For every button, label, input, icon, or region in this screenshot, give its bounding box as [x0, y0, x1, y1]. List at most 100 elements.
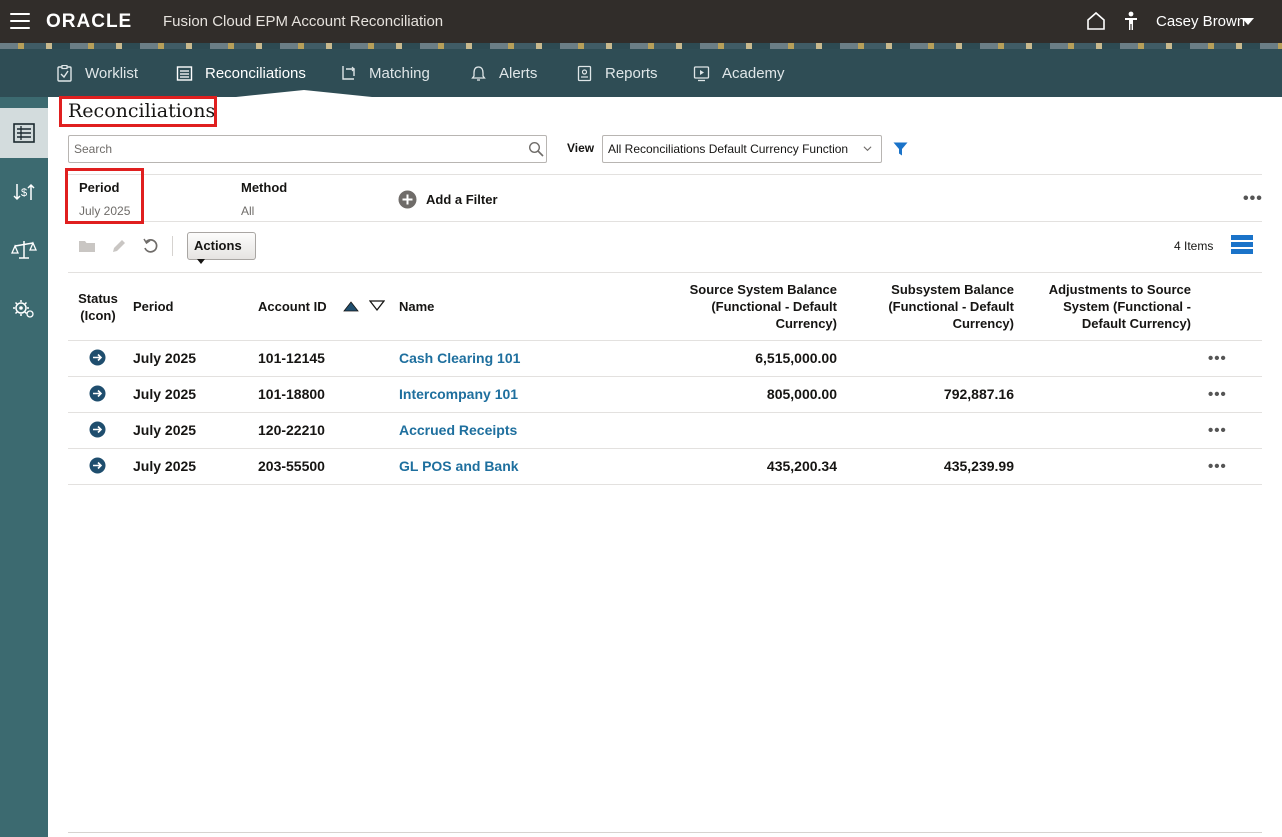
tab-reconciliations-label: Reconciliations: [205, 64, 306, 82]
folder-icon[interactable]: [78, 237, 96, 255]
plus-circle-icon: [398, 190, 417, 209]
view-label: View: [567, 141, 595, 155]
tab-matching-label: Matching: [369, 64, 430, 82]
add-filter-button[interactable]: Add a Filter: [398, 190, 498, 209]
settings-gear-icon: [13, 300, 34, 318]
more-options-icon[interactable]: •••: [1243, 190, 1263, 208]
tab-alerts-label: Alerts: [499, 64, 538, 82]
search-input[interactable]: [69, 136, 509, 162]
tab-reports[interactable]: Reports: [576, 49, 658, 97]
home-icon[interactable]: [1086, 11, 1106, 31]
column-header-source-balance-line2: (Functional - Default: [711, 299, 837, 314]
row-source-balance: 805,000.00: [766, 386, 837, 402]
status-open-arrow-icon[interactable]: [89, 457, 106, 474]
rail-currency[interactable]: $: [0, 167, 48, 217]
caret-down-icon: [197, 259, 205, 265]
sort-ascending-icon[interactable]: [343, 300, 359, 312]
refresh-icon[interactable]: [142, 237, 160, 255]
search-icon[interactable]: [528, 141, 544, 157]
row-period: July 2025: [133, 422, 197, 438]
svg-text:$: $: [21, 187, 27, 199]
row-name-link[interactable]: Intercompany 101: [399, 386, 518, 402]
column-header-adjustments[interactable]: Adjustments to Source System (Functional…: [1030, 281, 1191, 332]
reconciliation-list-icon: [13, 123, 35, 143]
main-nav: Worklist Reconciliations Matching Alerts…: [0, 49, 1282, 97]
row-source-balance: 6,515,000.00: [755, 350, 837, 366]
view-select-value: All Reconciliations Default Currency Fun…: [608, 142, 849, 156]
row-period: July 2025: [133, 458, 197, 474]
column-header-source-balance[interactable]: Source System Balance (Functional - Defa…: [660, 281, 837, 332]
row-period: July 2025: [133, 350, 197, 366]
column-header-status-line2: (Icon): [80, 308, 116, 323]
column-header-source-balance-line3: Currency): [775, 316, 837, 331]
row-name-link[interactable]: Accrued Receipts: [399, 422, 517, 438]
rail-balance[interactable]: [0, 225, 48, 275]
reports-icon: [577, 65, 592, 81]
item-count: 4 Items: [1174, 239, 1214, 253]
hamburger-menu-icon[interactable]: [10, 13, 30, 29]
column-header-period[interactable]: Period: [133, 298, 173, 315]
tab-worklist[interactable]: Worklist: [56, 49, 138, 97]
table-row[interactable]: [68, 412, 1262, 448]
left-rail: $: [0, 97, 48, 837]
accessibility-person-icon[interactable]: [1124, 11, 1138, 31]
tab-reports-label: Reports: [605, 64, 658, 82]
tab-worklist-label: Worklist: [85, 64, 139, 82]
row-more-options-icon[interactable]: •••: [1208, 350, 1227, 367]
row-name-link[interactable]: Cash Clearing 101: [399, 350, 520, 366]
user-menu-caret-icon[interactable]: [1242, 18, 1254, 25]
row-account-id: 101-18800: [258, 386, 325, 402]
tab-alerts[interactable]: Alerts: [470, 49, 537, 97]
rail-reconciliation-list[interactable]: [0, 108, 48, 158]
actions-menu-button[interactable]: Actions: [187, 232, 256, 265]
column-header-subsystem-balance[interactable]: Subsystem Balance (Functional - Default …: [850, 281, 1014, 332]
user-menu[interactable]: Casey Brown: [1156, 13, 1245, 30]
reconciliations-icon: [176, 65, 193, 81]
row-more-options-icon[interactable]: •••: [1208, 422, 1227, 439]
column-header-adjustments-line2: System (Functional -: [1063, 299, 1191, 314]
row-account-id: 101-12145: [258, 350, 325, 366]
tab-academy[interactable]: Academy: [693, 49, 785, 97]
column-header-status[interactable]: Status (Icon): [78, 290, 118, 324]
status-open-arrow-icon[interactable]: [89, 349, 106, 366]
row-more-options-icon[interactable]: •••: [1208, 458, 1227, 475]
column-header-account-id[interactable]: Account ID: [258, 298, 327, 315]
highlight-box-period: [65, 168, 144, 224]
status-open-arrow-icon[interactable]: [89, 385, 106, 402]
academy-icon: [693, 65, 710, 81]
method-filter-label[interactable]: Method: [241, 180, 287, 195]
add-filter-label: Add a Filter: [426, 192, 498, 207]
column-header-status-line1: Status: [78, 291, 118, 306]
filter-funnel-icon[interactable]: [893, 142, 908, 156]
row-source-balance: 435,200.34: [766, 458, 837, 474]
status-open-arrow-icon[interactable]: [89, 421, 106, 438]
search-box: [68, 135, 547, 163]
method-filter-value[interactable]: All: [241, 204, 254, 218]
list-view-icon[interactable]: [1231, 235, 1253, 254]
oracle-logo: ORACLE: [46, 11, 133, 32]
row-account-id: 203-55500: [258, 458, 325, 474]
actions-label: Actions: [194, 238, 242, 253]
sort-descending-icon[interactable]: [369, 300, 385, 312]
matching-icon: [342, 65, 355, 80]
column-header-name[interactable]: Name: [399, 298, 434, 315]
row-name-link[interactable]: GL POS and Bank: [399, 458, 519, 474]
worklist-icon: [57, 64, 72, 82]
table-bottom-border: [68, 484, 1262, 485]
column-header-adjustments-line3: Default Currency): [1081, 316, 1191, 331]
row-more-options-icon[interactable]: •••: [1208, 386, 1227, 403]
bell-icon: [471, 65, 486, 81]
chevron-down-icon: [863, 146, 872, 152]
app-title: Fusion Cloud EPM Account Reconciliation: [163, 13, 444, 30]
rail-settings[interactable]: [0, 284, 48, 334]
row-account-id: 120-22210: [258, 422, 325, 438]
column-header-subsystem-balance-line3: Currency): [952, 316, 1014, 331]
edit-pencil-icon[interactable]: [110, 237, 128, 255]
highlight-box-title: [59, 96, 217, 127]
row-subsystem-balance: 792,887.16: [943, 386, 1014, 402]
active-tab-indicator: [236, 90, 372, 97]
row-period: July 2025: [133, 386, 197, 402]
column-header-subsystem-balance-line1: Subsystem Balance: [891, 282, 1014, 297]
view-select[interactable]: All Reconciliations Default Currency Fun…: [602, 135, 882, 163]
column-header-subsystem-balance-line2: (Functional - Default: [888, 299, 1014, 314]
